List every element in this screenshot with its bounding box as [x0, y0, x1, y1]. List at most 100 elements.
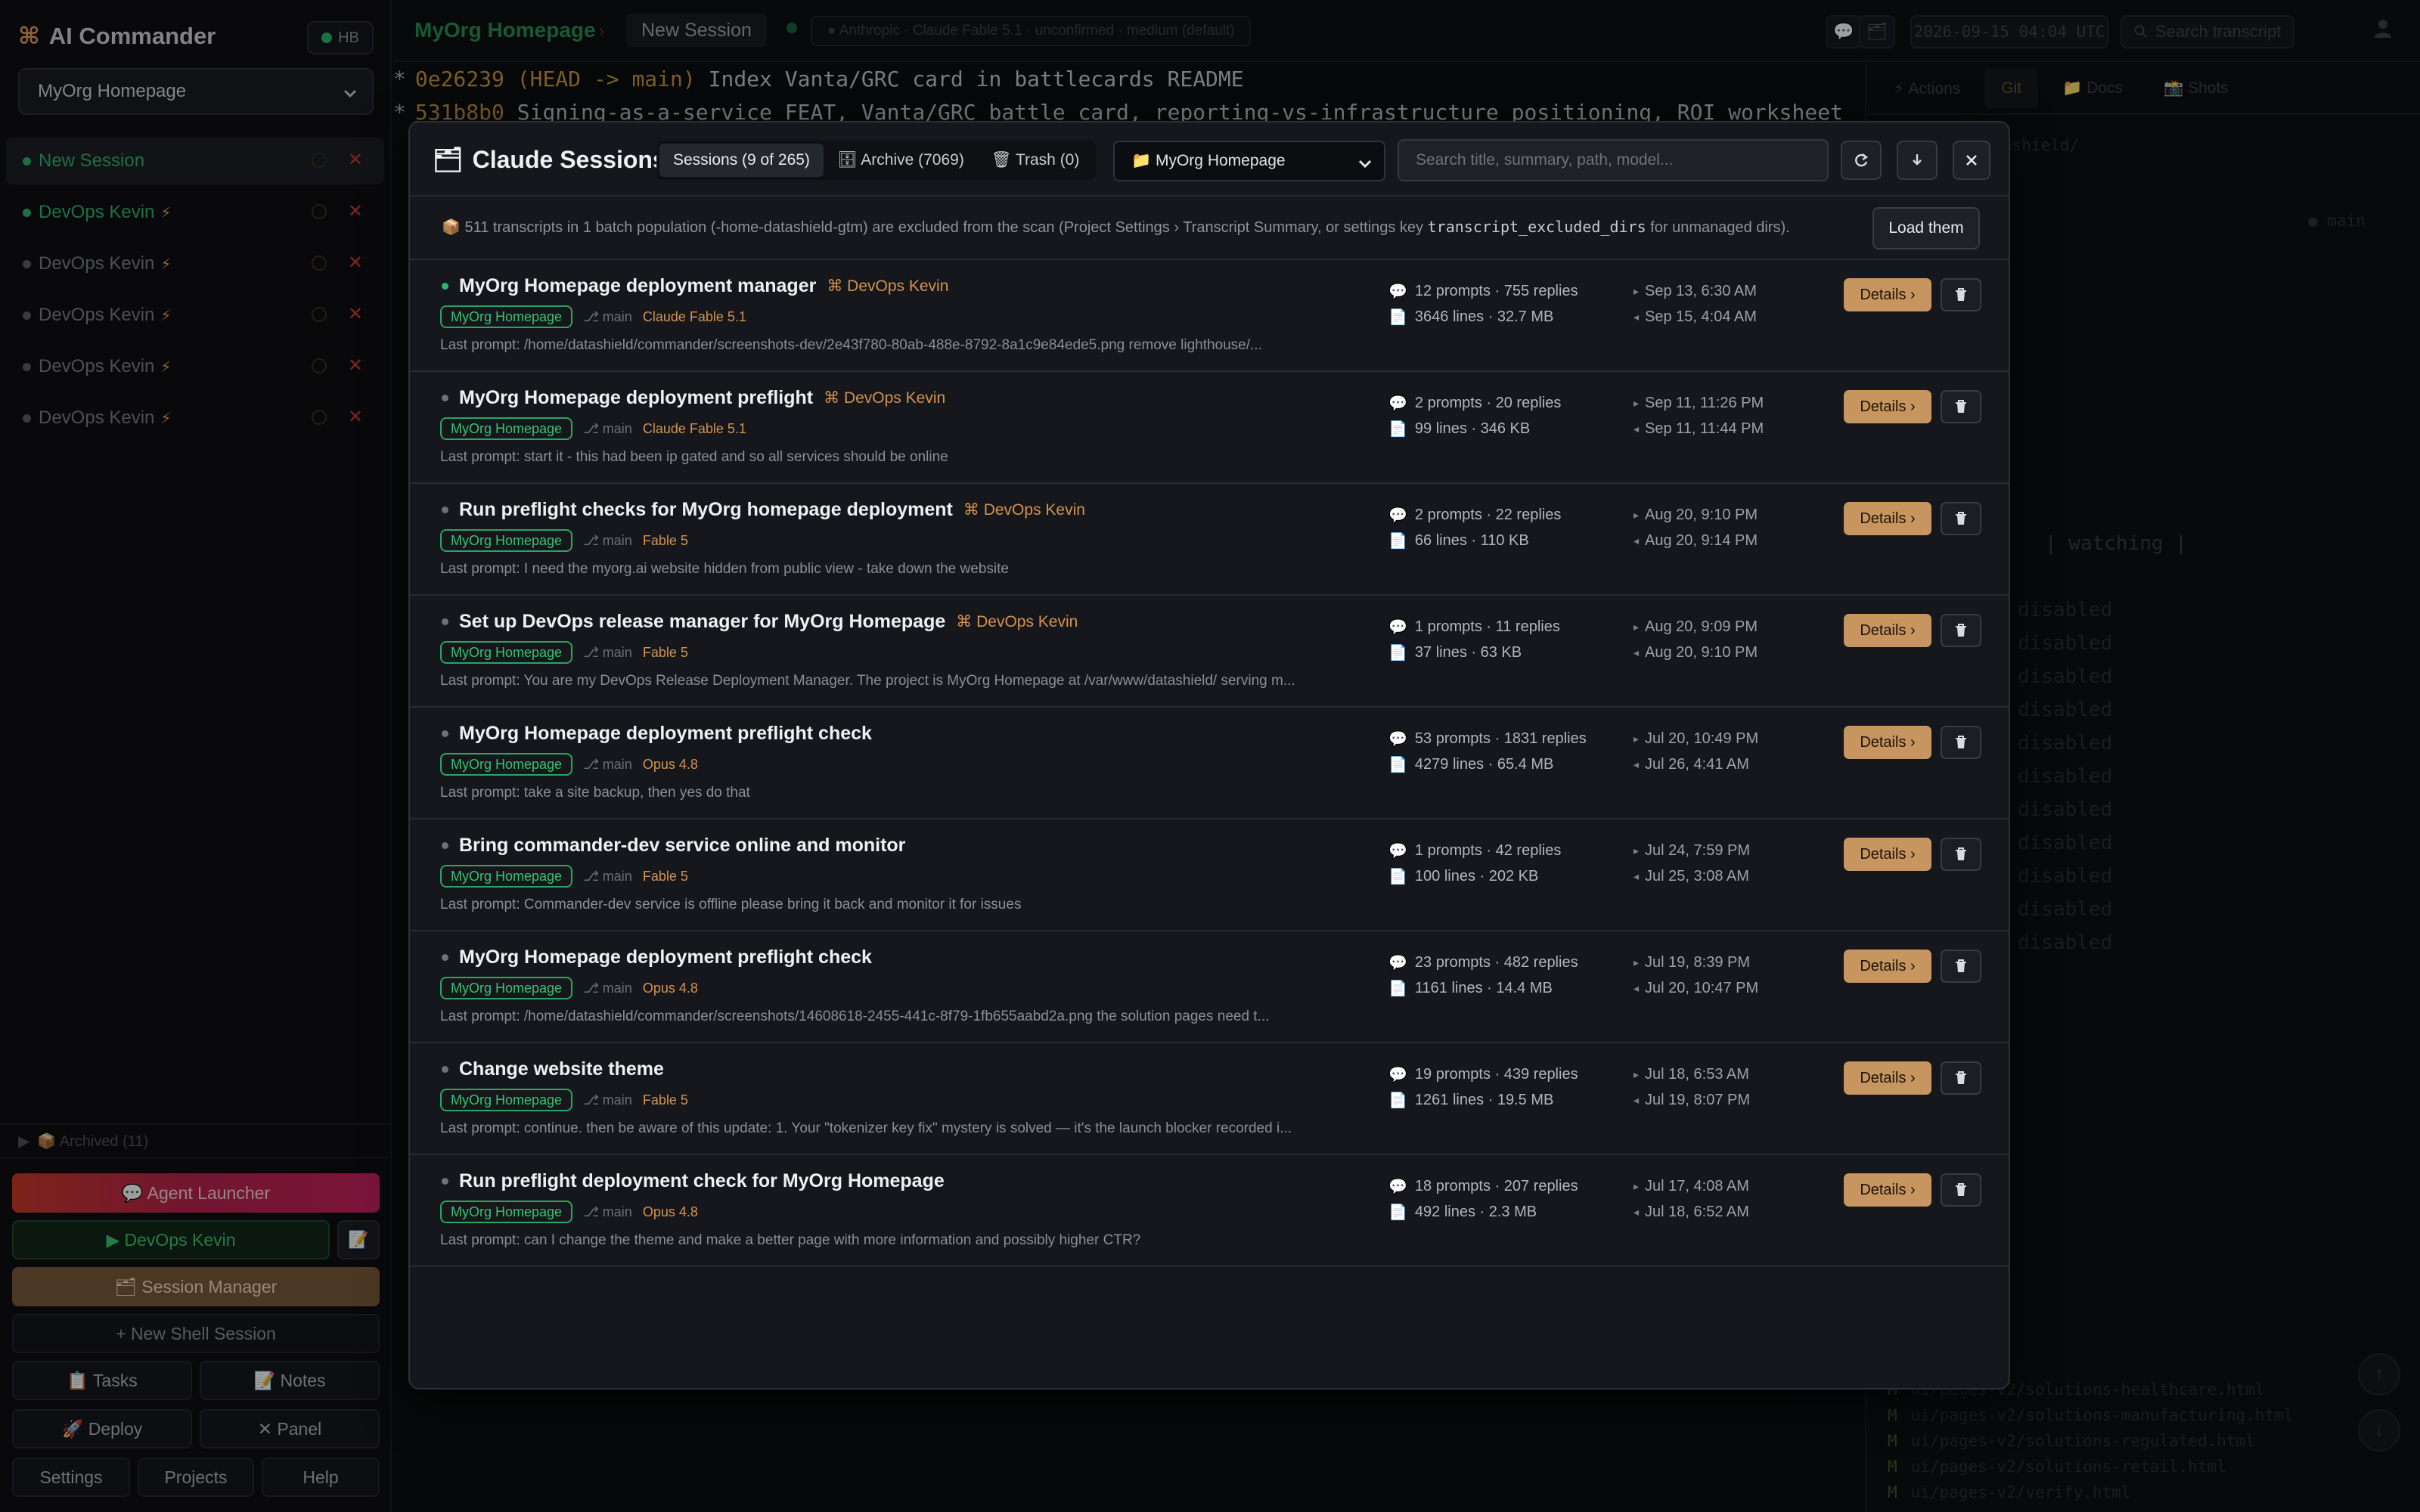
document-icon: 📄 [1388, 756, 1407, 773]
document-icon: 📄 [1388, 308, 1407, 326]
details-button[interactable]: Details › [1844, 1173, 1931, 1207]
project-tag[interactable]: MyOrg Homepage [440, 529, 573, 552]
agent-label: ⌘ DevOps Kevin [956, 613, 1078, 631]
session-row[interactable]: Run preflight deployment check for MyOrg… [410, 1155, 2009, 1267]
delete-session-button[interactable] [1941, 390, 1981, 423]
delete-session-button[interactable] [1941, 726, 1981, 759]
branch-label: ⎇ main [583, 756, 632, 772]
model-label: Claude Fable 5.1 [642, 420, 746, 436]
speech-bubble-icon: 💬 [1388, 283, 1407, 300]
agent-label: ⌘ DevOps Kevin [827, 277, 949, 295]
start-arrow-icon: ▸ [1634, 396, 1640, 409]
speech-bubble-icon: 💬 [1388, 1178, 1407, 1195]
trash-icon [1954, 287, 1968, 302]
excluded-transcripts-banner: 📦 511 transcripts in 1 batch population … [410, 198, 2009, 260]
start-arrow-icon: ▸ [1634, 284, 1640, 297]
document-icon: 📄 [1388, 420, 1407, 438]
document-icon: 📄 [1388, 644, 1407, 662]
model-label: Claude Fable 5.1 [642, 308, 746, 324]
details-button[interactable]: Details › [1844, 1061, 1931, 1095]
refresh-icon [1853, 152, 1869, 169]
project-tag[interactable]: MyOrg Homepage [440, 865, 573, 888]
branch-label: ⎇ main [583, 868, 632, 884]
session-row[interactable]: MyOrg Homepage deployment preflight chec… [410, 708, 2009, 820]
trash-icon [1954, 1070, 1968, 1086]
session-dates: ▸ Jul 20, 10:49 PM ◂ Jul 26, 4:41 AM [1634, 730, 1759, 773]
speech-bubble-icon: 💬 [1388, 1066, 1407, 1083]
end-arrow-icon: ◂ [1634, 1205, 1640, 1218]
session-dates: ▸ Jul 19, 8:39 PM ◂ Jul 20, 10:47 PM [1634, 953, 1759, 996]
close-modal-button[interactable] [1953, 141, 1990, 180]
close-icon [1965, 153, 1978, 167]
end-arrow-icon: ◂ [1634, 869, 1640, 882]
project-tag[interactable]: MyOrg Homepage [440, 417, 573, 440]
project-tag[interactable]: MyOrg Homepage [440, 1201, 573, 1223]
session-meta: MyOrg Homepage ⎇ main Fable 5 [440, 641, 688, 664]
end-arrow-icon: ◂ [1634, 981, 1640, 994]
session-row[interactable]: Run preflight checks for MyOrg homepage … [410, 484, 2009, 596]
download-button[interactable] [1897, 141, 1938, 180]
details-button[interactable]: Details › [1844, 390, 1931, 423]
session-row[interactable]: Bring commander-dev service online and m… [410, 820, 2009, 931]
model-label: Fable 5 [642, 1092, 688, 1108]
session-search-input[interactable]: Search title, summary, path, model... [1398, 139, 1829, 181]
model-label: Fable 5 [642, 644, 688, 660]
speech-bubble-icon: 💬 [1388, 395, 1407, 412]
delete-session-button[interactable] [1941, 1061, 1981, 1095]
modal-tabs: Sessions (9 of 265) 🗄 Archive (7069) 🗑 T… [656, 141, 1097, 180]
speech-bubble-icon: 💬 [1388, 842, 1407, 860]
delete-session-button[interactable] [1941, 614, 1981, 647]
tab-archive[interactable]: 🗄 Archive (7069) [824, 144, 978, 177]
details-button[interactable]: Details › [1844, 838, 1931, 871]
session-title: Bring commander-dev service online and m… [440, 835, 905, 857]
last-prompt: Last prompt: continue. then be aware of … [440, 1120, 1292, 1136]
session-dates: ▸ Sep 13, 6:30 AM ◂ Sep 15, 4:04 AM [1634, 282, 1757, 325]
session-row[interactable]: MyOrg Homepage deployment preflight chec… [410, 931, 2009, 1043]
project-tag[interactable]: MyOrg Homepage [440, 641, 573, 664]
card-index-icon: 🗂 [433, 146, 464, 173]
chevron-down-icon [1357, 155, 1373, 172]
delete-session-button[interactable] [1941, 838, 1981, 871]
details-button[interactable]: Details › [1844, 950, 1931, 983]
session-row[interactable]: Set up DevOps release manager for MyOrg … [410, 596, 2009, 708]
session-row[interactable]: MyOrg Homepage deployment preflight ⌘ Dev… [410, 372, 2009, 484]
modal-header: 🗂 Claude Sessions Sessions (9 of 265) 🗄 … [410, 122, 2009, 197]
details-button[interactable]: Details › [1844, 278, 1931, 311]
session-stats: 💬 19 prompts · 439 replies 📄 1261 lines · 1… [1388, 1065, 1578, 1109]
model-label: Fable 5 [642, 532, 688, 548]
details-button[interactable]: Details › [1844, 614, 1931, 647]
delete-session-button[interactable] [1941, 1173, 1981, 1207]
last-prompt: Last prompt: /home/datashield/commander/… [440, 1009, 1270, 1024]
delete-session-button[interactable] [1941, 502, 1981, 535]
status-dot-icon [442, 1178, 448, 1185]
session-title: MyOrg Homepage deployment preflight chec… [440, 947, 872, 968]
project-filter-select[interactable]: 📁 MyOrg Homepage [1113, 141, 1385, 181]
project-tag[interactable]: MyOrg Homepage [440, 753, 573, 776]
session-title: MyOrg Homepage deployment manager ⌘ DevOp… [440, 275, 948, 297]
session-dates: ▸ Jul 17, 4:08 AM ◂ Jul 18, 6:52 AM [1634, 1177, 1749, 1220]
project-tag[interactable]: MyOrg Homepage [440, 305, 573, 328]
load-them-button[interactable]: Load them [1872, 207, 1980, 249]
session-table: MyOrg Homepage deployment manager ⌘ DevOp… [410, 260, 2009, 1267]
refresh-button[interactable] [1841, 141, 1882, 180]
end-arrow-icon: ◂ [1634, 758, 1640, 770]
tab-trash[interactable]: 🗑 Trash (0) [978, 144, 1094, 177]
model-label: Opus 4.8 [642, 756, 698, 772]
last-prompt: Last prompt: can I change the theme and … [440, 1232, 1141, 1248]
session-row[interactable]: Change website theme MyOrg Homepage ⎇ main… [410, 1043, 2009, 1155]
session-stats: 💬 53 prompts · 1831 replies 📄 4279 lines · … [1388, 730, 1587, 773]
project-tag[interactable]: MyOrg Homepage [440, 1089, 573, 1111]
session-row[interactable]: MyOrg Homepage deployment manager ⌘ DevOp… [410, 260, 2009, 372]
start-arrow-icon: ▸ [1634, 1067, 1640, 1080]
details-button[interactable]: Details › [1844, 726, 1931, 759]
agent-label: ⌘ DevOps Kevin [824, 389, 946, 407]
status-dot-icon [442, 618, 448, 625]
session-meta: MyOrg Homepage ⎇ main Claude Fable 5.1 [440, 417, 746, 440]
delete-session-button[interactable] [1941, 278, 1981, 311]
session-dates: ▸ Jul 18, 6:53 AM ◂ Jul 19, 8:07 PM [1634, 1065, 1750, 1108]
details-button[interactable]: Details › [1844, 502, 1931, 535]
project-tag[interactable]: MyOrg Homepage [440, 977, 573, 999]
modal-title: 🗂 Claude Sessions [433, 145, 666, 174]
delete-session-button[interactable] [1941, 950, 1981, 983]
tab-sessions[interactable]: Sessions (9 of 265) [659, 144, 824, 177]
